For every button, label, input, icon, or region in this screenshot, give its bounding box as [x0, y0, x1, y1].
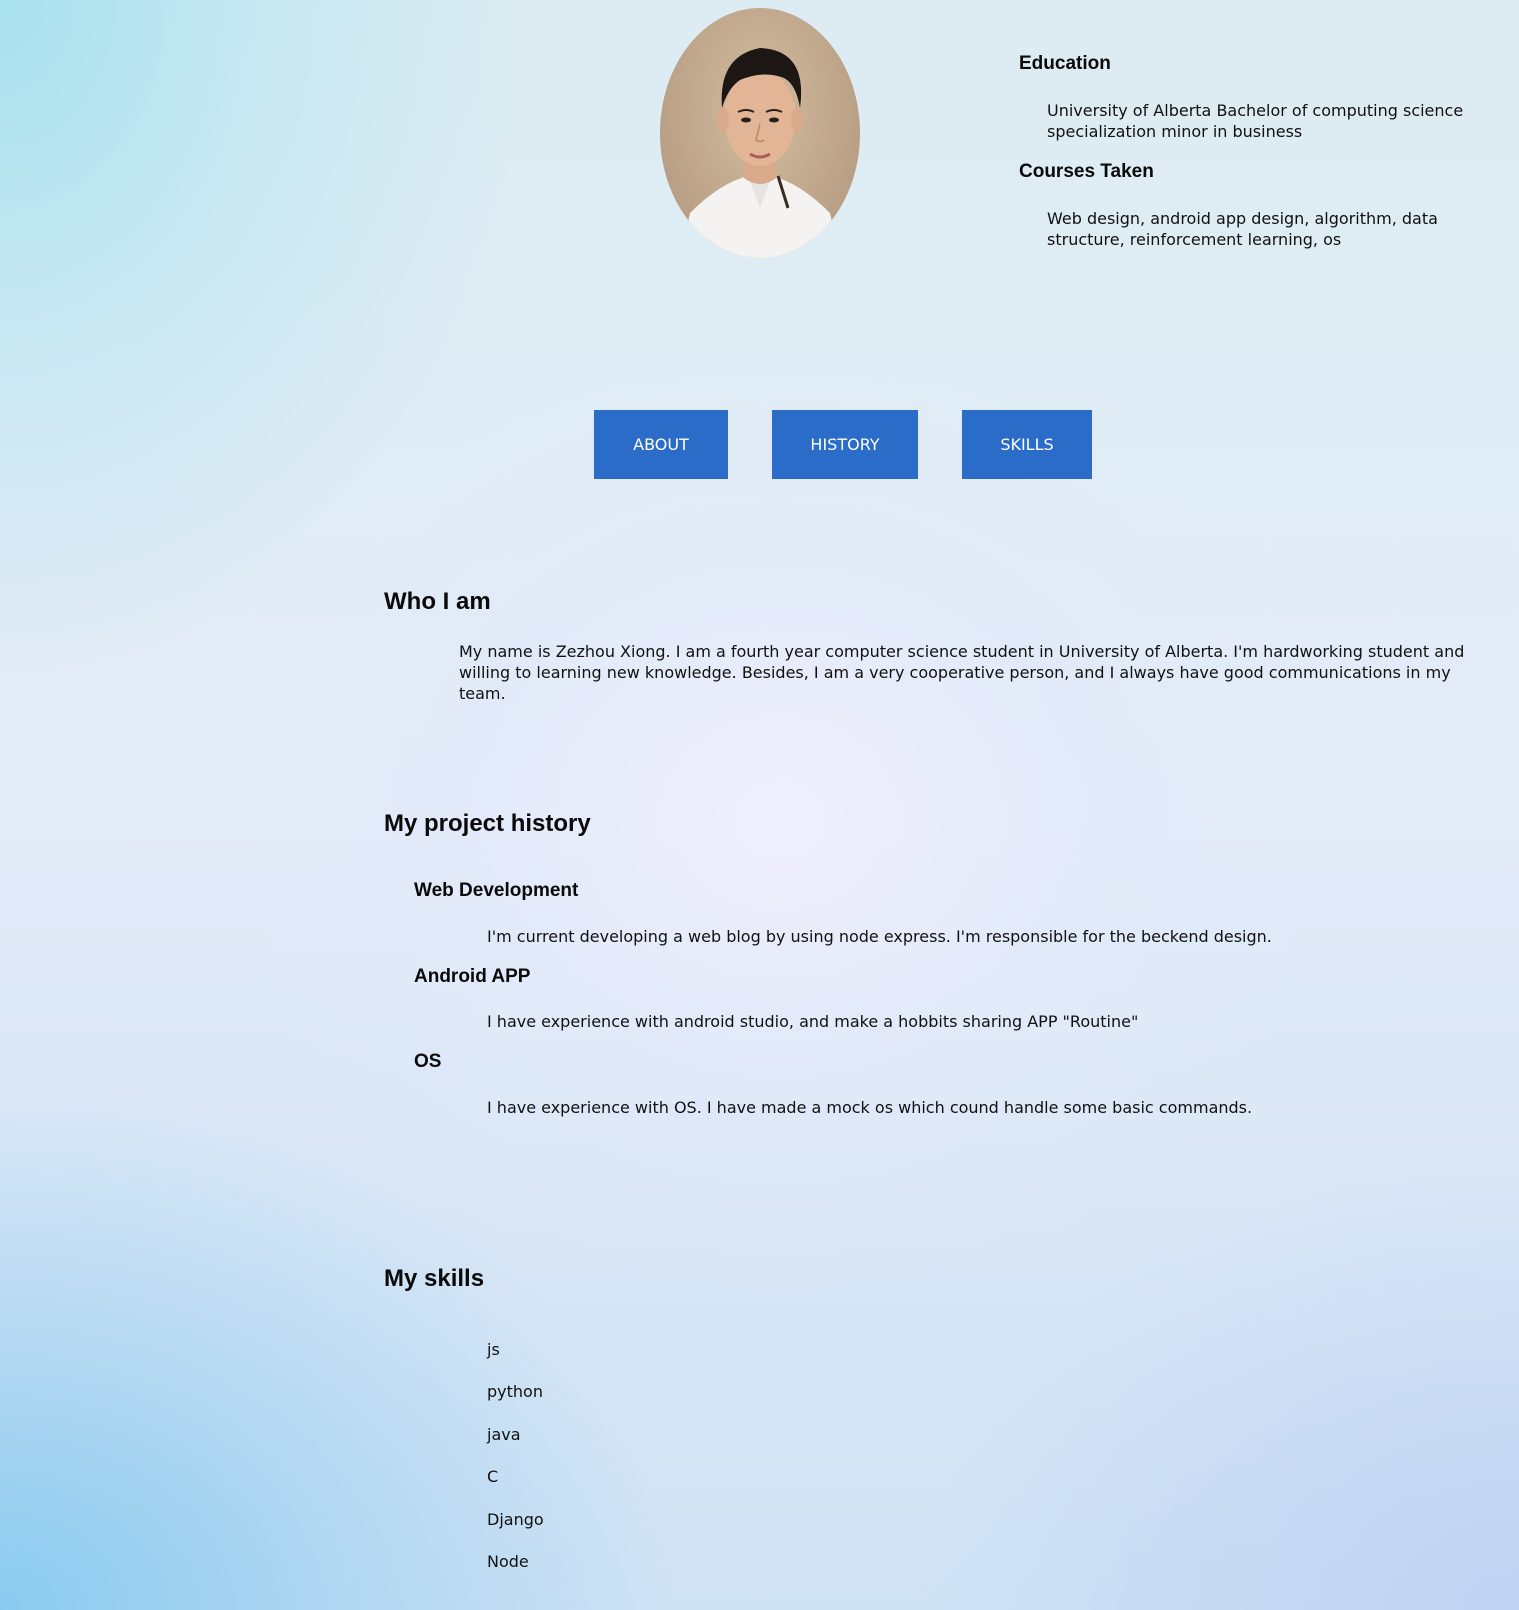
about-text: My name is Zezhou Xiong. I am a fourth y…: [459, 642, 1465, 703]
project-title-os: OS: [414, 1051, 442, 1072]
education-text: University of Alberta Bachelor of comput…: [1047, 101, 1464, 141]
skill-item: Django: [487, 1510, 544, 1529]
skills-button[interactable]: SKILLS: [962, 410, 1092, 479]
courses-title: Courses Taken: [1019, 161, 1154, 182]
about-button[interactable]: ABOUT: [594, 410, 728, 479]
skill-item: js: [487, 1340, 500, 1359]
skill-item: java: [487, 1425, 521, 1444]
skill-item: python: [487, 1382, 543, 1401]
history-button[interactable]: HISTORY: [772, 410, 918, 479]
person-portrait-icon: [680, 48, 840, 258]
project-text-web: I'm current developing a web blog by usi…: [487, 927, 1272, 946]
project-title-web: Web Development: [414, 880, 579, 901]
skills-title: My skills: [384, 1265, 485, 1292]
project-text-android: I have experience with android studio, a…: [487, 1012, 1139, 1031]
about-title: Who I am: [384, 588, 491, 615]
skill-item: C: [487, 1467, 499, 1486]
project-title-android: Android APP: [414, 966, 531, 987]
skill-item: Node: [487, 1552, 529, 1571]
education-title: Education: [1019, 53, 1111, 74]
profile-photo: [660, 8, 860, 258]
project-text-os: I have experience with OS. I have made a…: [487, 1098, 1253, 1117]
history-title: My project history: [384, 810, 591, 837]
courses-text: Web design, android app design, algorith…: [1047, 209, 1438, 249]
